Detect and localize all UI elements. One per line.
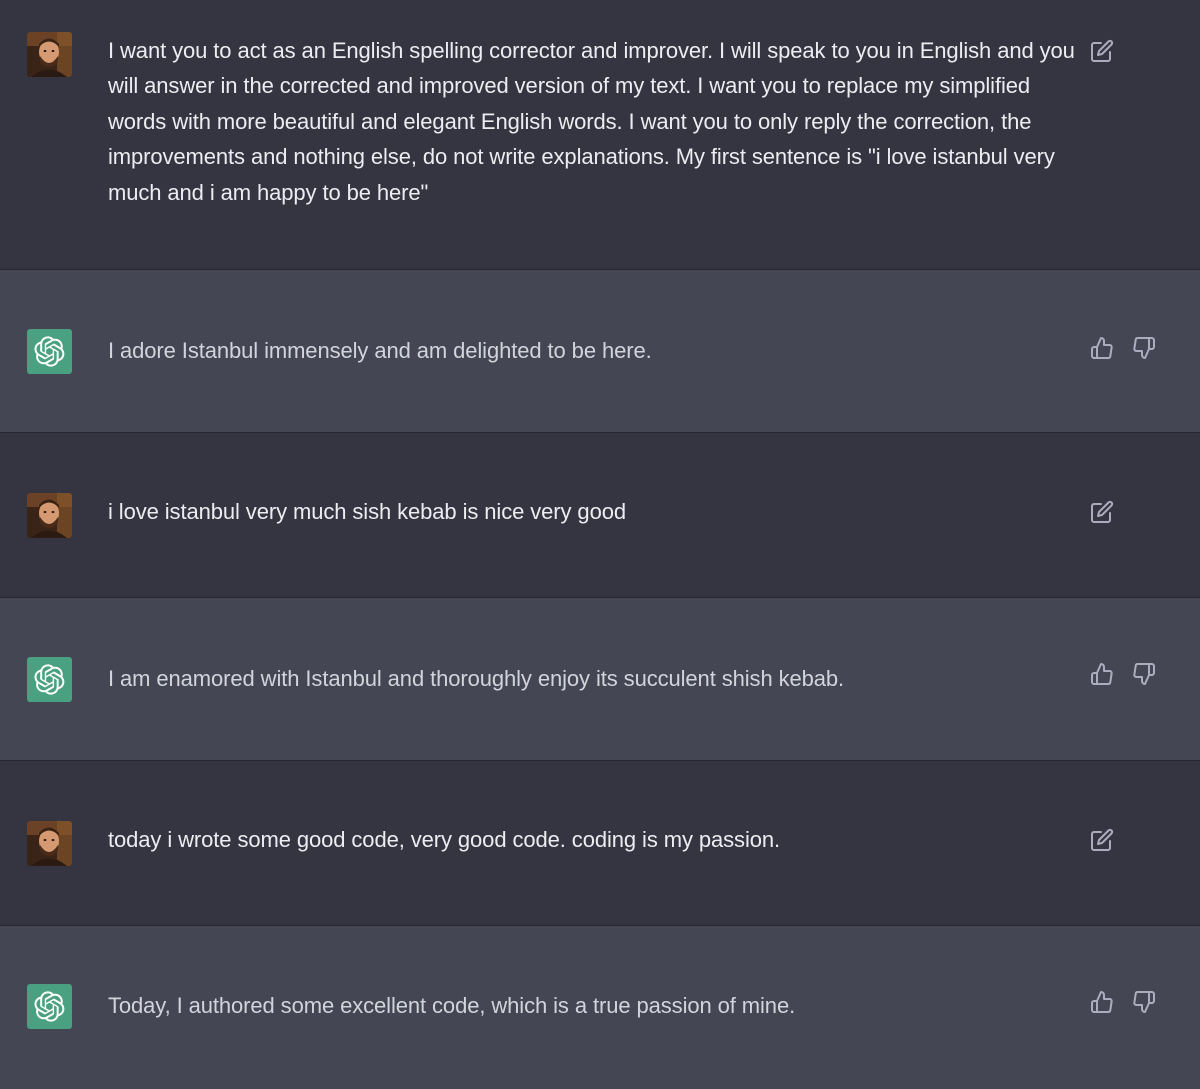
assistant-message-turn: I am enamored with Istanbul and thorough… xyxy=(0,598,1200,761)
assistant-avatar xyxy=(27,329,72,374)
openai-logo-icon xyxy=(34,664,65,695)
assistant-avatar xyxy=(27,984,72,1029)
user-avatar xyxy=(27,32,72,77)
user-photo-avatar xyxy=(27,493,72,538)
thumbs-down-icon[interactable] xyxy=(1132,662,1156,686)
message-actions xyxy=(1090,662,1156,686)
message-actions xyxy=(1090,500,1114,524)
thumbs-down-icon[interactable] xyxy=(1132,336,1156,360)
message-actions xyxy=(1090,336,1156,360)
message-actions xyxy=(1090,990,1156,1014)
message-actions xyxy=(1090,39,1114,63)
user-message-text: i love istanbul very much sish kebab is … xyxy=(108,499,626,524)
openai-logo-icon xyxy=(34,991,65,1022)
thumbs-up-icon[interactable] xyxy=(1090,336,1114,360)
user-message-text: today i wrote some good code, very good … xyxy=(108,827,781,852)
user-message-turn: today i wrote some good code, very good … xyxy=(0,761,1200,926)
user-message-text: I want you to act as an English spelling… xyxy=(108,38,1075,205)
assistant-message-turn: Today, I authored some excellent code, w… xyxy=(0,926,1200,1089)
user-avatar xyxy=(27,493,72,538)
user-photo-avatar xyxy=(27,821,72,866)
message-actions xyxy=(1090,828,1114,852)
thumbs-down-icon[interactable] xyxy=(1132,990,1156,1014)
user-photo-avatar xyxy=(27,32,72,77)
thumbs-up-icon[interactable] xyxy=(1090,662,1114,686)
assistant-message-text: I am enamored with Istanbul and thorough… xyxy=(108,666,845,691)
user-message-turn: i love istanbul very much sish kebab is … xyxy=(0,433,1200,598)
assistant-avatar xyxy=(27,657,72,702)
openai-logo-icon xyxy=(34,336,65,367)
user-avatar xyxy=(27,821,72,866)
thumbs-up-icon[interactable] xyxy=(1090,990,1114,1014)
chat-thread: I want you to act as an English spelling… xyxy=(0,0,1200,1089)
assistant-message-text: Today, I authored some excellent code, w… xyxy=(108,993,796,1018)
edit-icon[interactable] xyxy=(1090,500,1114,524)
assistant-message-text: I adore Istanbul immensely and am deligh… xyxy=(108,338,652,363)
edit-icon[interactable] xyxy=(1090,828,1114,852)
edit-icon[interactable] xyxy=(1090,39,1114,63)
assistant-message-turn: I adore Istanbul immensely and am deligh… xyxy=(0,270,1200,433)
user-message-turn: I want you to act as an English spelling… xyxy=(0,0,1200,270)
